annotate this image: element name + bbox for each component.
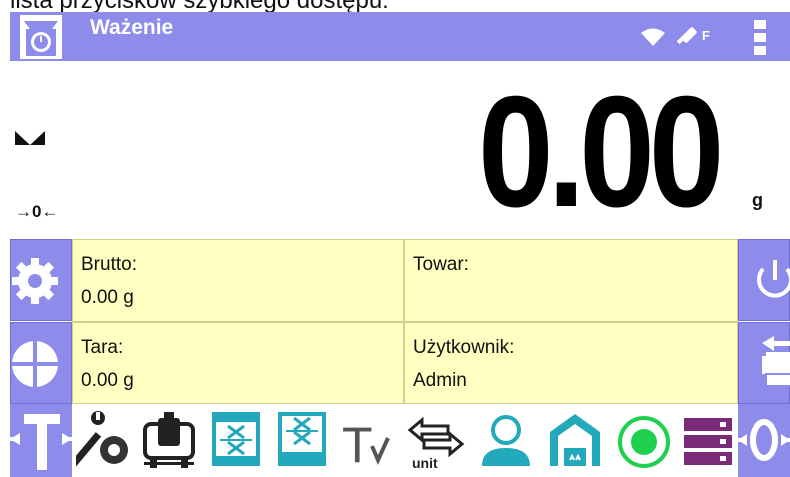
status-green-icon <box>618 416 670 468</box>
weighing-display: →0← 0.00 g <box>10 61 790 239</box>
target-button[interactable] <box>10 322 72 404</box>
product-cell: Towar: <box>404 239 738 322</box>
tare-value-icon: T <box>342 417 390 473</box>
calibration-button[interactable] <box>140 404 200 477</box>
unit-label: unit <box>412 455 438 471</box>
caption-text: lista przycisków szybkiego dostępu: <box>10 0 389 12</box>
tare-letter: T <box>342 417 373 473</box>
tare-database-button[interactable] <box>272 404 332 477</box>
tare-select-icon <box>212 412 260 466</box>
tare-icon <box>10 414 72 470</box>
info-panel: Brutto: 0.00 g Towar: Tara: 0.00 g Użytk… <box>10 239 790 404</box>
zero-button[interactable] <box>738 404 790 477</box>
database-icon <box>684 418 732 465</box>
unit-change-icon: unit <box>407 416 465 471</box>
tare-value: 0.00 g <box>81 370 134 391</box>
printer-icon <box>762 336 790 387</box>
wifi-icon <box>641 28 665 46</box>
power-icon <box>757 260 790 298</box>
stable-marker-icon <box>15 131 45 145</box>
screen-title: Ważenie <box>90 16 174 39</box>
gross-value: 0.00 g <box>81 287 134 308</box>
settings-button[interactable] <box>10 239 72 321</box>
service-tools-button[interactable] <box>70 404 136 477</box>
title-bar: Ważenie F <box>10 12 790 61</box>
tare-database-icon <box>278 412 326 466</box>
tare-button[interactable] <box>10 404 72 477</box>
user-cell: Użytkownik: Admin <box>404 322 738 404</box>
user-value: Admin <box>413 370 467 391</box>
database-button[interactable] <box>678 404 738 477</box>
weight-reading: 0.00 <box>478 64 724 240</box>
unit-change-button[interactable]: unit <box>404 404 468 477</box>
product-icon <box>550 414 600 466</box>
tare-label: Tara: <box>81 337 124 358</box>
user-button[interactable] <box>476 404 536 477</box>
weight-unit: g <box>752 190 763 210</box>
user-icon <box>482 415 530 466</box>
service-tools-icon <box>70 411 128 468</box>
tare-select-button[interactable] <box>206 404 266 477</box>
calibration-weight-icon <box>143 412 195 468</box>
tare-cell: Tara: 0.00 g <box>72 322 404 404</box>
key-icon <box>677 27 697 45</box>
print-button[interactable] <box>738 322 790 404</box>
zero-indicator: →0← <box>15 202 59 221</box>
scale-logo-icon[interactable] <box>20 15 62 59</box>
status-letter: F <box>702 28 710 43</box>
gross-label: Brutto: <box>81 254 137 275</box>
user-label: Użytkownik: <box>413 337 515 358</box>
caption-strip: lista przycisków szybkiego dostępu: <box>0 0 790 12</box>
quick-access-bar: T unit <box>10 404 790 477</box>
gross-cell: Brutto: 0.00 g <box>72 239 404 322</box>
product-button[interactable] <box>544 404 606 477</box>
menu-dots-icon[interactable] <box>754 20 768 58</box>
target-icon <box>12 341 58 387</box>
status-button[interactable] <box>614 404 674 477</box>
power-button[interactable] <box>738 239 790 321</box>
settings-gear-icon <box>12 258 58 304</box>
zero-icon <box>738 419 790 461</box>
tare-value-button[interactable]: T <box>340 404 396 477</box>
product-label: Towar: <box>413 254 469 275</box>
